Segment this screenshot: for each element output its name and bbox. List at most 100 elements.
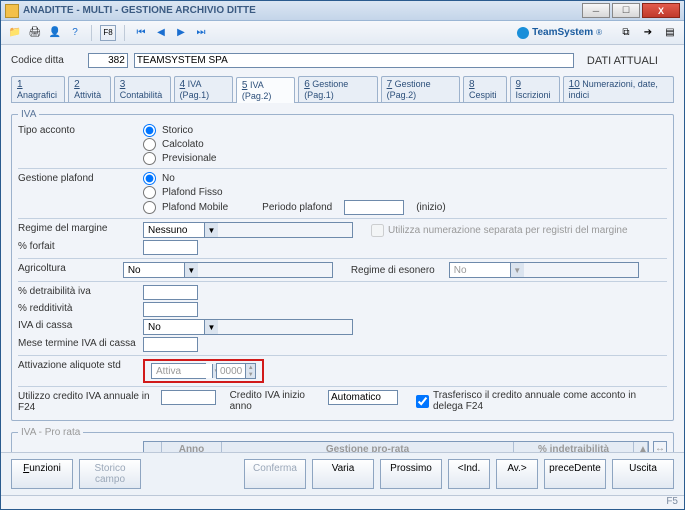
- plafond-option-2[interactable]: Plafond MobilePeriodo plafond (inizio): [143, 200, 446, 215]
- ind-button[interactable]: <Ind.: [448, 459, 490, 489]
- redditivita-input[interactable]: [143, 302, 198, 317]
- brand: TeamSystem®: [517, 27, 602, 39]
- prorata-grid: Anno Gestione pro-rata % indetraibilità …: [143, 441, 649, 452]
- forfait-input: [143, 240, 198, 255]
- brand-logo-icon: [517, 27, 529, 39]
- varia-button[interactable]: Varia: [312, 459, 374, 489]
- tool-forward-icon[interactable]: ➔: [640, 25, 656, 41]
- prossimo-button[interactable]: Prossimo: [380, 459, 442, 489]
- tab-gestione-pag-1-[interactable]: 6 Gestione (Pag.1): [298, 76, 377, 102]
- grid-tool-icon: ↔: [653, 441, 667, 452]
- acconto-option-0[interactable]: Storico: [143, 124, 216, 137]
- aliquote-std-select: Attiva▼: [151, 363, 206, 379]
- chevron-down-icon[interactable]: ▼: [184, 263, 198, 277]
- utilizzo-credito-label: Utilizzo credito IVA annuale in F24: [18, 390, 161, 413]
- agricoltura-label: Agricoltura: [18, 262, 123, 274]
- tool-user-icon[interactable]: 👤: [47, 25, 63, 41]
- data-status: DATI ATTUALI: [587, 55, 674, 67]
- trasferisco-label: Trasferisco il credito annuale come acco…: [433, 390, 667, 412]
- window: ANADITTE - MULTI - GESTIONE ARCHIVIO DIT…: [0, 0, 685, 510]
- minimize-button[interactable]: ─: [582, 3, 610, 18]
- col-anno: Anno: [162, 442, 222, 452]
- conferma-button: Conferma: [244, 459, 306, 489]
- status-bar: F5: [1, 495, 684, 509]
- margine-numerazione-checkbox: [371, 224, 384, 237]
- tab-iva-pag-1-[interactable]: 4 IVA (Pag.1): [174, 76, 233, 102]
- gestione-plafond-label: Gestione plafond: [18, 172, 143, 184]
- agricoltura-select[interactable]: No▼: [123, 262, 333, 278]
- tipo-acconto-label: Tipo acconto: [18, 124, 143, 136]
- regime-margine-select[interactable]: Nessuno▼: [143, 222, 353, 238]
- arrow-up-icon: ▲: [246, 364, 255, 371]
- aliquote-highlight: Attiva▼ 0000 ▲▼: [143, 359, 264, 383]
- regime-margine-label: Regime del margine: [18, 222, 143, 234]
- aliquote-year-spinner: 0000 ▲▼: [216, 363, 256, 379]
- av-button[interactable]: Av.>: [496, 459, 538, 489]
- precedente-button[interactable]: preceDente: [544, 459, 606, 489]
- close-button[interactable]: X: [642, 3, 680, 18]
- periodo-plafond-input[interactable]: [344, 200, 404, 215]
- storico-button: Storico campo: [79, 459, 141, 489]
- code-input[interactable]: [88, 53, 128, 68]
- tool-page-icon[interactable]: ▤: [662, 25, 678, 41]
- tab-iva-pag-2-[interactable]: 5 IVA (Pag.2): [236, 77, 295, 103]
- nav-last-icon[interactable]: ⏭: [193, 25, 209, 41]
- tab-gestione-pag-2-[interactable]: 7 Gestione (Pag.2): [381, 76, 460, 102]
- tab-cespiti[interactable]: 8 Cespiti: [463, 76, 507, 102]
- tool-help-icon[interactable]: ?: [67, 25, 83, 41]
- forfait-label: % forfait: [18, 240, 143, 252]
- periodo-plafond-label: Periodo plafond: [262, 202, 332, 213]
- mese-termine-input[interactable]: [143, 337, 198, 352]
- tab-attivit-[interactable]: 2 Attività: [68, 76, 111, 102]
- acconto-option-1[interactable]: Calcolato: [143, 138, 216, 151]
- funzioni-button[interactable]: Funzioni: [11, 459, 73, 489]
- iva-group: IVA Tipo acconto Storico Calcolato Previ…: [11, 109, 674, 421]
- nav-next-icon[interactable]: ▶: [173, 25, 189, 41]
- maximize-button[interactable]: ☐: [612, 3, 640, 18]
- company-input[interactable]: [134, 53, 574, 68]
- utilizzo-credito-input[interactable]: [161, 390, 216, 405]
- detraibilita-input[interactable]: [143, 285, 198, 300]
- app-icon: [5, 4, 19, 18]
- nav-prev-icon[interactable]: ◀: [153, 25, 169, 41]
- arrow-down-icon: ▼: [246, 371, 255, 378]
- credito-inizio-input[interactable]: [328, 390, 398, 405]
- col-indetraibilita: % indetraibilità: [514, 442, 634, 452]
- tool-list-icon[interactable]: F8: [100, 25, 116, 41]
- tool-copy-icon[interactable]: ⧉: [618, 25, 634, 41]
- trasferisco-checkbox[interactable]: [416, 395, 429, 408]
- tab-iscrizioni[interactable]: 9 Iscrizioni: [510, 76, 560, 102]
- detraibilita-label: % detraibilità iva: [18, 285, 143, 297]
- tool-print-icon[interactable]: 🖨: [27, 25, 43, 41]
- iva-cassa-select[interactable]: No▼: [143, 319, 353, 335]
- uscita-button[interactable]: Uscita: [612, 459, 674, 489]
- chevron-down-icon: ▼: [510, 263, 524, 277]
- acconto-option-2[interactable]: Previsionale: [143, 152, 216, 165]
- plafond-option-0[interactable]: No: [143, 172, 446, 185]
- prorata-group: IVA - Pro rata Anno Gestione pro-rata % …: [11, 427, 674, 452]
- tab-numerazioni-date-indici[interactable]: 10 Numerazioni, date, indici: [563, 76, 674, 102]
- tab-contabilit-[interactable]: 3 Contabilità: [114, 76, 171, 102]
- iva-legend: IVA: [18, 109, 39, 120]
- regime-esonero-select: No▼: [449, 262, 639, 278]
- iva-cassa-label: IVA di cassa: [18, 319, 143, 331]
- nav-first-icon[interactable]: ⏮: [133, 25, 149, 41]
- titlebar: ANADITTE - MULTI - GESTIONE ARCHIVIO DIT…: [1, 1, 684, 21]
- header-row: Codice ditta DATI ATTUALI: [11, 53, 674, 68]
- margine-numerazione-label: Utilizza numerazione separata per regist…: [388, 225, 628, 236]
- toolbar: 📁 🖨 👤 ? F8 ⏮ ◀ ▶ ⏭ TeamSystem® ⧉ ➔ ▤: [1, 21, 684, 45]
- chevron-down-icon[interactable]: ▼: [204, 320, 218, 334]
- bottom-bar: Funzioni Storico campo Conferma Varia Pr…: [1, 452, 684, 495]
- mese-termine-label: Mese termine IVA di cassa: [18, 337, 143, 349]
- plafond-option-1[interactable]: Plafond Fisso: [143, 186, 446, 199]
- window-title: ANADITTE - MULTI - GESTIONE ARCHIVIO DIT…: [23, 5, 582, 16]
- chevron-down-icon[interactable]: ▼: [204, 223, 218, 237]
- col-gestione: Gestione pro-rata: [222, 442, 514, 452]
- code-label: Codice ditta: [11, 55, 64, 66]
- prorata-legend: IVA - Pro rata: [18, 427, 83, 438]
- tool-folder-icon[interactable]: 📁: [7, 25, 23, 41]
- regime-esonero-label: Regime di esonero: [351, 265, 435, 276]
- redditivita-label: % redditività: [18, 302, 143, 314]
- tab-anagrafici[interactable]: 1 Anagrafici: [11, 76, 65, 102]
- tab-strip: 1 Anagrafici2 Attività3 Contabilità4 IVA…: [11, 76, 674, 103]
